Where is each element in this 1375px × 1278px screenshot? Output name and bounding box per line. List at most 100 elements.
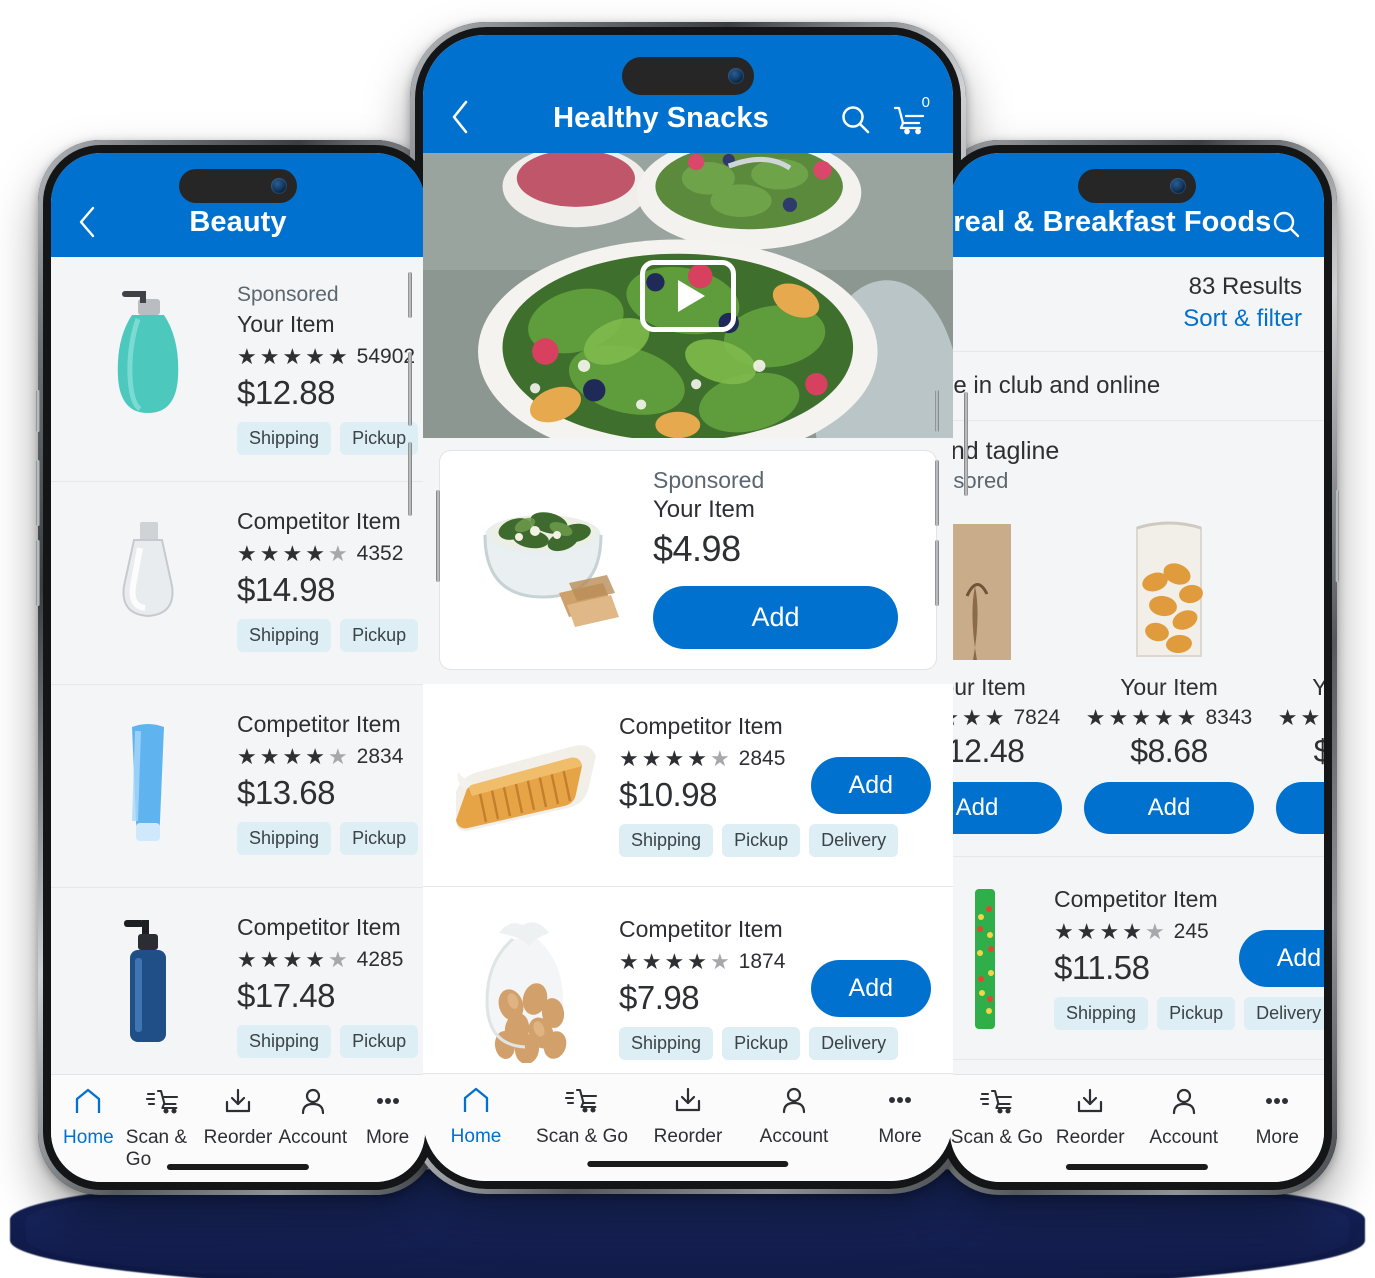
product-price: $11.58 xyxy=(1054,949,1150,986)
home-indicator xyxy=(166,1164,310,1170)
home-indicator xyxy=(587,1161,789,1167)
carousel-card[interactable]: Your Item ★★★★★ 5120 $15.98 Add xyxy=(1276,510,1324,834)
rating-count: 4285 xyxy=(356,948,404,971)
star-rating-icon: ★★★★★ xyxy=(237,744,351,769)
brand-tagline: Brand tagline xyxy=(950,437,1060,465)
fulfillment-pill: Shipping xyxy=(237,1025,332,1058)
mute-switch[interactable] xyxy=(935,390,939,432)
results-bar: 83 Results Sort & filter xyxy=(950,257,1324,352)
rating-count: 7824 xyxy=(1013,706,1061,729)
list-item[interactable]: Competitor Item ★★★★★ 245 $11.58 Add Shi… xyxy=(950,857,1324,1060)
power-button[interactable] xyxy=(1335,490,1339,582)
star-rating-icon: ★★★★★ xyxy=(237,541,351,566)
tab-more[interactable]: More xyxy=(847,1086,953,1148)
tab-more[interactable]: More xyxy=(350,1087,425,1149)
add-button[interactable]: Add xyxy=(1084,782,1254,834)
product-info: Competitor Item ★★★★★ 245 $11.58 Add Shi… xyxy=(1054,886,1324,1030)
tab-label: More xyxy=(365,1127,410,1148)
fulfillment-pills: ShippingPickupDelivery xyxy=(237,822,419,855)
tab-account[interactable]: Account xyxy=(275,1087,350,1149)
list-item[interactable]: Competitor Item ★★★★★ 4285 $17.48 Shippi… xyxy=(51,888,425,1091)
fulfillment-pill: Pickup xyxy=(340,822,419,855)
promo-header: Brand tagline Sponsored xyxy=(950,421,1324,500)
product-price: $17.48 xyxy=(237,977,335,1014)
mute-switch[interactable] xyxy=(408,272,412,318)
add-button[interactable]: Add xyxy=(1238,929,1324,987)
fulfillment-pill: Pickup xyxy=(722,1027,801,1060)
screenshot-stage: Beauty Sponsored Your Item ★★★★★ 54902 $… xyxy=(0,0,1375,1278)
tab-scan-go[interactable]: Scan & Go xyxy=(126,1087,201,1171)
product-image xyxy=(445,913,605,1063)
add-button[interactable]: Add xyxy=(1276,782,1324,834)
cart-icon[interactable]: 0 xyxy=(893,94,930,135)
back-button[interactable] xyxy=(449,99,483,135)
add-button[interactable]: Add xyxy=(950,782,1062,834)
list-item[interactable]: Competitor Item ★★★★★ 4352 $14.98 Shippi… xyxy=(51,482,425,685)
sponsored-product-card[interactable]: Sponsored Your Item $4.98 Add xyxy=(439,450,937,670)
tab-account[interactable]: Account xyxy=(1137,1087,1231,1149)
carousel-card[interactable]: Your Item ★★★★★ 7824 $12.48 Add xyxy=(950,510,1062,834)
product-image xyxy=(1084,510,1254,660)
tab-scan-go[interactable]: Scan & Go xyxy=(950,1087,1044,1149)
power-button[interactable] xyxy=(436,490,440,582)
list-item[interactable]: Competitor Item ★★★★★ 1874 $7.98 Add Shi… xyxy=(423,887,953,1090)
volume-up-button[interactable] xyxy=(935,460,939,526)
tab-home[interactable]: Home xyxy=(51,1087,126,1149)
list-item[interactable]: Sponsored Your Item ★★★★★ 54902 $12.88 S… xyxy=(51,257,425,482)
fulfillment-pill: Shipping xyxy=(619,824,714,857)
rating: ★★★★★ 4352 xyxy=(237,541,403,567)
volume-up-button[interactable] xyxy=(408,352,412,426)
tab-reorder[interactable]: Reorder xyxy=(1044,1087,1138,1149)
rating-count: 4352 xyxy=(356,542,404,565)
rating-and-add: ★★★★★ 1874 $7.98 Add xyxy=(619,949,931,1027)
add-button[interactable]: Add xyxy=(810,959,931,1017)
sort-and-filter-link[interactable]: Sort & filter xyxy=(972,305,1302,333)
dynamic-island xyxy=(622,57,754,95)
star-rating-icon: ★★★★★ xyxy=(619,746,733,771)
star-rating-icon: ★★★★★ xyxy=(1085,705,1200,730)
rating: ★★★★★ 4285 xyxy=(237,947,403,973)
search-icon[interactable] xyxy=(839,103,871,135)
fulfillment-pill: Delivery xyxy=(1244,997,1324,1030)
product-info: Competitor Item ★★★★★ 2845 $10.98 Add Sh… xyxy=(619,713,931,857)
front-camera-icon xyxy=(728,68,744,84)
reorder-download-icon xyxy=(223,1087,253,1120)
tab-reorder[interactable]: Reorder xyxy=(201,1087,276,1149)
volume-up-button[interactable] xyxy=(36,460,40,526)
carousel-card[interactable]: Your Item ★★★★★ 8343 $8.68 Add xyxy=(1084,510,1254,834)
tab-home[interactable]: Home xyxy=(423,1086,529,1148)
tab-label: Reorder xyxy=(203,1127,273,1148)
volume-down-button[interactable] xyxy=(935,540,939,606)
back-button[interactable] xyxy=(77,205,111,239)
play-button-icon[interactable] xyxy=(640,259,736,332)
hero-video[interactable] xyxy=(423,153,953,438)
add-button[interactable]: Add xyxy=(810,756,931,814)
list-item[interactable]: Competitor Item ★★★★★ 2834 $13.68 Shippi… xyxy=(51,685,425,888)
product-price: $7.98 xyxy=(619,979,700,1016)
star-rating-icon: ★★★★★ xyxy=(237,344,351,369)
tab-more[interactable]: More xyxy=(1231,1087,1325,1149)
tab-reorder[interactable]: Reorder xyxy=(635,1086,741,1148)
add-button[interactable]: Add xyxy=(653,586,898,649)
right-appbar-actions: 0 xyxy=(1271,209,1324,239)
rating-and-add: ★★★★★ 245 $11.58 Add xyxy=(1054,919,1324,997)
center-content: Sponsored Your Item $4.98 Add Competitor… xyxy=(423,438,953,1090)
volume-down-button[interactable] xyxy=(36,540,40,606)
power-button[interactable] xyxy=(964,392,968,496)
mute-switch[interactable] xyxy=(36,390,40,432)
rating: ★★★★★ 8343 xyxy=(1084,705,1254,731)
scan-go-cart-icon xyxy=(979,1087,1014,1120)
rating: ★★★★★ 7824 xyxy=(950,705,1062,731)
list-item[interactable]: Competitor Item ★★★★★ 2845 $10.98 Add Sh… xyxy=(423,684,953,887)
product-name: Your Item xyxy=(950,674,1026,700)
rating-count: 54902 xyxy=(356,345,416,368)
tab-label: Scan & Go xyxy=(536,1126,628,1147)
product-price: $15.98 xyxy=(1313,733,1324,769)
product-info: Competitor Item ★★★★★ 4285 $17.48 Shippi… xyxy=(237,914,419,1058)
cart-icon[interactable]: 0 xyxy=(1323,209,1324,239)
tab-scan-go[interactable]: Scan & Go xyxy=(529,1086,635,1148)
search-icon[interactable] xyxy=(1271,209,1301,239)
sponsored-carousel[interactable]: Your Item ★★★★★ 7824 $12.48 Add xyxy=(950,500,1324,857)
tab-account[interactable]: Account xyxy=(741,1086,847,1148)
volume-down-button[interactable] xyxy=(408,442,412,516)
